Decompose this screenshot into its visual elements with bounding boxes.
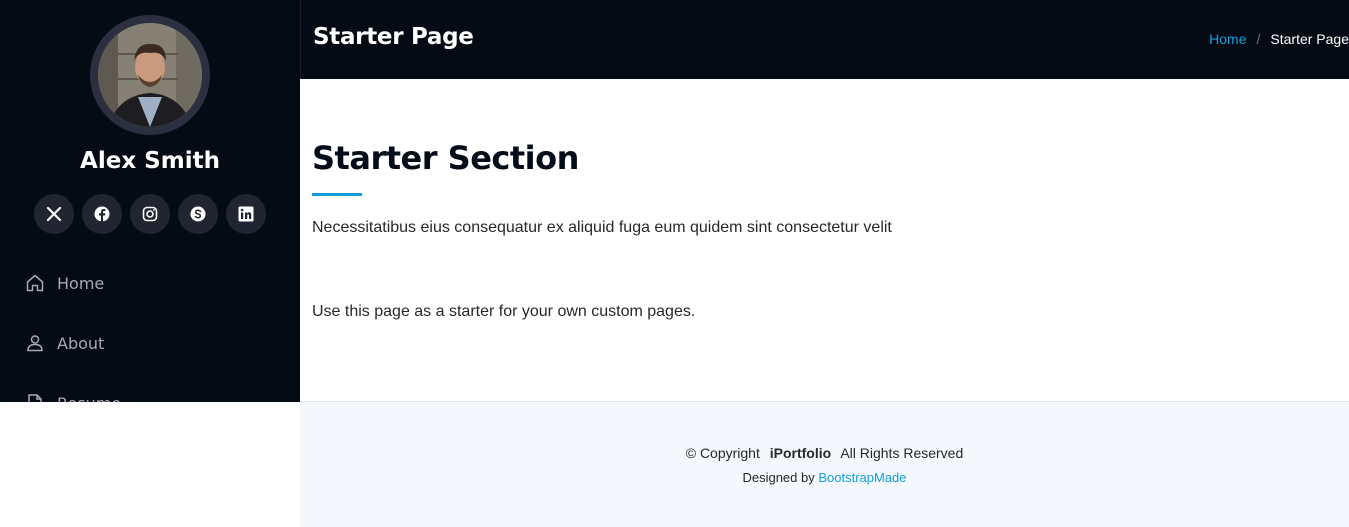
sidebar-nav: Home About Resume [0,253,300,402]
sidebar-item-home[interactable]: Home [0,253,300,313]
facebook-icon [94,206,110,222]
section-title-text: Starter Section [312,139,579,177]
section-body-text: Use this page as a starter for your own … [312,303,696,320]
sidebar-item-label: About [57,333,105,353]
instagram-link[interactable] [130,194,170,234]
sidebar-item-label: Home [57,273,105,293]
sidebar-item-about[interactable]: About [0,313,300,373]
facebook-link[interactable] [82,194,122,234]
copyright-brand: iPortfolio [769,445,832,461]
avatar-frame [90,15,210,135]
linkedin-icon [238,206,254,222]
section-title: Starter Section [312,139,579,177]
copyright-prefix: © Copyright [685,445,760,461]
x-icon [46,206,62,222]
breadcrumb-home-link[interactable]: Home [1209,31,1246,47]
instagram-icon [142,206,158,222]
credits-prefix: Designed by [742,470,815,485]
avatar [98,23,202,127]
skype-icon [190,206,206,222]
social-links [34,194,266,234]
sidebar-item-resume[interactable]: Resume [0,373,300,402]
copyright: © Copyright iPortfolio All Rights Reserv… [300,445,1349,461]
footer: © Copyright iPortfolio All Rights Reserv… [300,401,1349,527]
profile-name: Alex Smith [80,148,220,174]
file-icon [28,394,42,402]
title-underline [312,193,362,196]
person-icon [27,335,43,352]
breadcrumb-current: Starter Page [1270,31,1349,47]
designer-link[interactable]: BootstrapMade [818,470,906,485]
skype-link[interactable] [178,194,218,234]
copyright-rights: All Rights Reserved [840,445,964,461]
page-title: Starter Page [313,24,474,50]
breadcrumb-separator: / [1256,31,1261,47]
breadcrumb: Home / Starter Page [1209,31,1349,47]
x-link[interactable] [34,194,74,234]
house-icon [26,274,44,292]
main-content: Starter Section Necessitatibus eius cons… [300,79,1349,401]
credits: Designed by BootstrapMade [300,470,1349,485]
sidebar: Alex Smith Home About [0,0,300,402]
section-description: Necessitatibus eius consequatur ex aliqu… [312,219,892,236]
sidebar-item-label: Resume [57,394,121,403]
page-header: Starter Page Home / Starter Page [300,0,1349,79]
linkedin-link[interactable] [226,194,266,234]
